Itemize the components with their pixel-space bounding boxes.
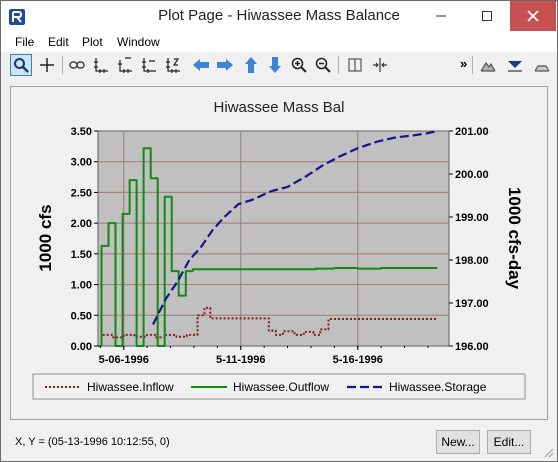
mountain-icon <box>480 61 496 72</box>
toolbar: » <box>1 52 557 78</box>
plot-frame: Hiwassee Mass Bal 0.00 0.50 1.00 1.50 2.00 2.… <box>10 86 548 420</box>
legend-label: Hiwassee.Inflow <box>87 380 174 394</box>
y-tick-label: 1.50 <box>71 249 92 261</box>
y2-tick-label: 199.00 <box>455 212 489 224</box>
y2-tick-label: 197.00 <box>455 298 489 310</box>
menu-plot[interactable]: Plot <box>82 35 103 49</box>
title-bar[interactable]: Plot Page - Hiwassee Mass Balance <box>1 1 557 32</box>
new-button[interactable]: New... <box>436 430 480 454</box>
x-tick-label: 5-11-1996 <box>216 354 266 366</box>
y2-axis-label: 1000 cfs-day <box>505 187 524 290</box>
mountain-button[interactable] <box>477 54 499 76</box>
scroll-up-icon <box>245 57 257 73</box>
minimize-button[interactable] <box>418 1 464 31</box>
y-tick-label: 0.50 <box>71 310 92 322</box>
zoom-out-icon <box>315 57 331 73</box>
flat-button[interactable] <box>531 54 553 76</box>
menu-window[interactable]: Window <box>117 35 160 49</box>
axis-button[interactable] <box>90 54 112 76</box>
menu-bar: File Edit Plot Window <box>1 32 557 52</box>
zoom-in-icon <box>291 57 307 73</box>
y2-tick-label: 201.00 <box>455 126 489 138</box>
y-tick-label: 2.50 <box>71 187 92 199</box>
scroll-down-icon <box>269 57 281 73</box>
zoom-out-button[interactable] <box>312 54 334 76</box>
scroll-right-button[interactable] <box>214 54 236 76</box>
y2-tick-label: 198.00 <box>455 255 489 267</box>
resize-grip-icon[interactable] <box>544 448 554 458</box>
flat-icon <box>534 65 550 72</box>
valley-button[interactable] <box>504 54 526 76</box>
minimize-icon <box>436 15 446 17</box>
scroll-left-button[interactable] <box>190 54 212 76</box>
x-tick-label: 5-16-1996 <box>333 354 383 366</box>
maximize-icon <box>482 11 492 21</box>
y-tick-label: 1.00 <box>71 280 92 292</box>
split-horizontal-icon <box>373 58 387 72</box>
legend: Hiwassee.Inflow Hiwassee.Outflow Hiwassee.… <box>45 380 487 394</box>
link-button[interactable] <box>66 54 88 76</box>
x-tick-label: 5-06-1996 <box>99 354 149 366</box>
chart-title: Hiwassee Mass Bal <box>214 99 345 116</box>
zoom-in-button[interactable] <box>288 54 310 76</box>
legend-label: Hiwassee.Storage <box>389 380 487 394</box>
y-axis-label: 1000 cfs <box>36 204 55 271</box>
axis-top-button[interactable] <box>114 54 136 76</box>
toolbar-separator <box>62 56 63 74</box>
toolbar-overflow[interactable]: » <box>460 56 467 71</box>
menu-file[interactable]: File <box>15 35 34 49</box>
edit-button[interactable]: Edit... <box>487 430 531 454</box>
axis-icon <box>94 58 108 73</box>
split-horizontal-button[interactable] <box>369 54 391 76</box>
maximize-button[interactable] <box>464 1 510 31</box>
axis-left-button[interactable] <box>138 54 160 76</box>
y-tick-label: 3.00 <box>71 157 92 169</box>
coordinates-readout: X, Y = (05-13-1996 10:12:55, 0) <box>15 436 170 448</box>
crosshair-tool-button[interactable] <box>36 54 58 76</box>
link-icon <box>69 61 85 69</box>
zoom-icon <box>14 58 29 73</box>
split-vertical-icon <box>348 58 362 72</box>
toolbar-separator <box>472 56 473 74</box>
close-button[interactable] <box>510 1 556 31</box>
scroll-down-button[interactable] <box>264 54 286 76</box>
y-tick-label: 3.50 <box>71 126 92 138</box>
menu-edit[interactable]: Edit <box>48 35 69 49</box>
y2-tick-label: 200.00 <box>455 169 489 181</box>
axis-top-icon <box>118 57 132 73</box>
scroll-up-button[interactable] <box>240 54 262 76</box>
crosshair-icon <box>40 58 54 72</box>
y-tick-label: 0.00 <box>71 341 92 353</box>
toolbar-separator <box>338 56 339 74</box>
scroll-right-icon <box>217 59 233 71</box>
zoom-tool-button[interactable] <box>10 54 32 76</box>
axis-left-icon <box>142 58 156 73</box>
axis-scale-icon <box>166 58 180 73</box>
close-icon <box>527 10 539 22</box>
chart[interactable]: Hiwassee Mass Bal 0.00 0.50 1.00 1.50 2.00 2.… <box>11 87 547 419</box>
y2-tick-label: 196.00 <box>455 341 489 353</box>
scroll-left-icon <box>193 59 209 71</box>
y-tick-label: 2.00 <box>71 218 92 230</box>
split-vertical-button[interactable] <box>344 54 366 76</box>
legend-label: Hiwassee.Outflow <box>233 380 329 394</box>
valley-icon <box>508 61 522 72</box>
plot-page-window: Plot Page - Hiwassee Mass Balance File E… <box>0 0 558 462</box>
axis-scale-button[interactable] <box>162 54 184 76</box>
